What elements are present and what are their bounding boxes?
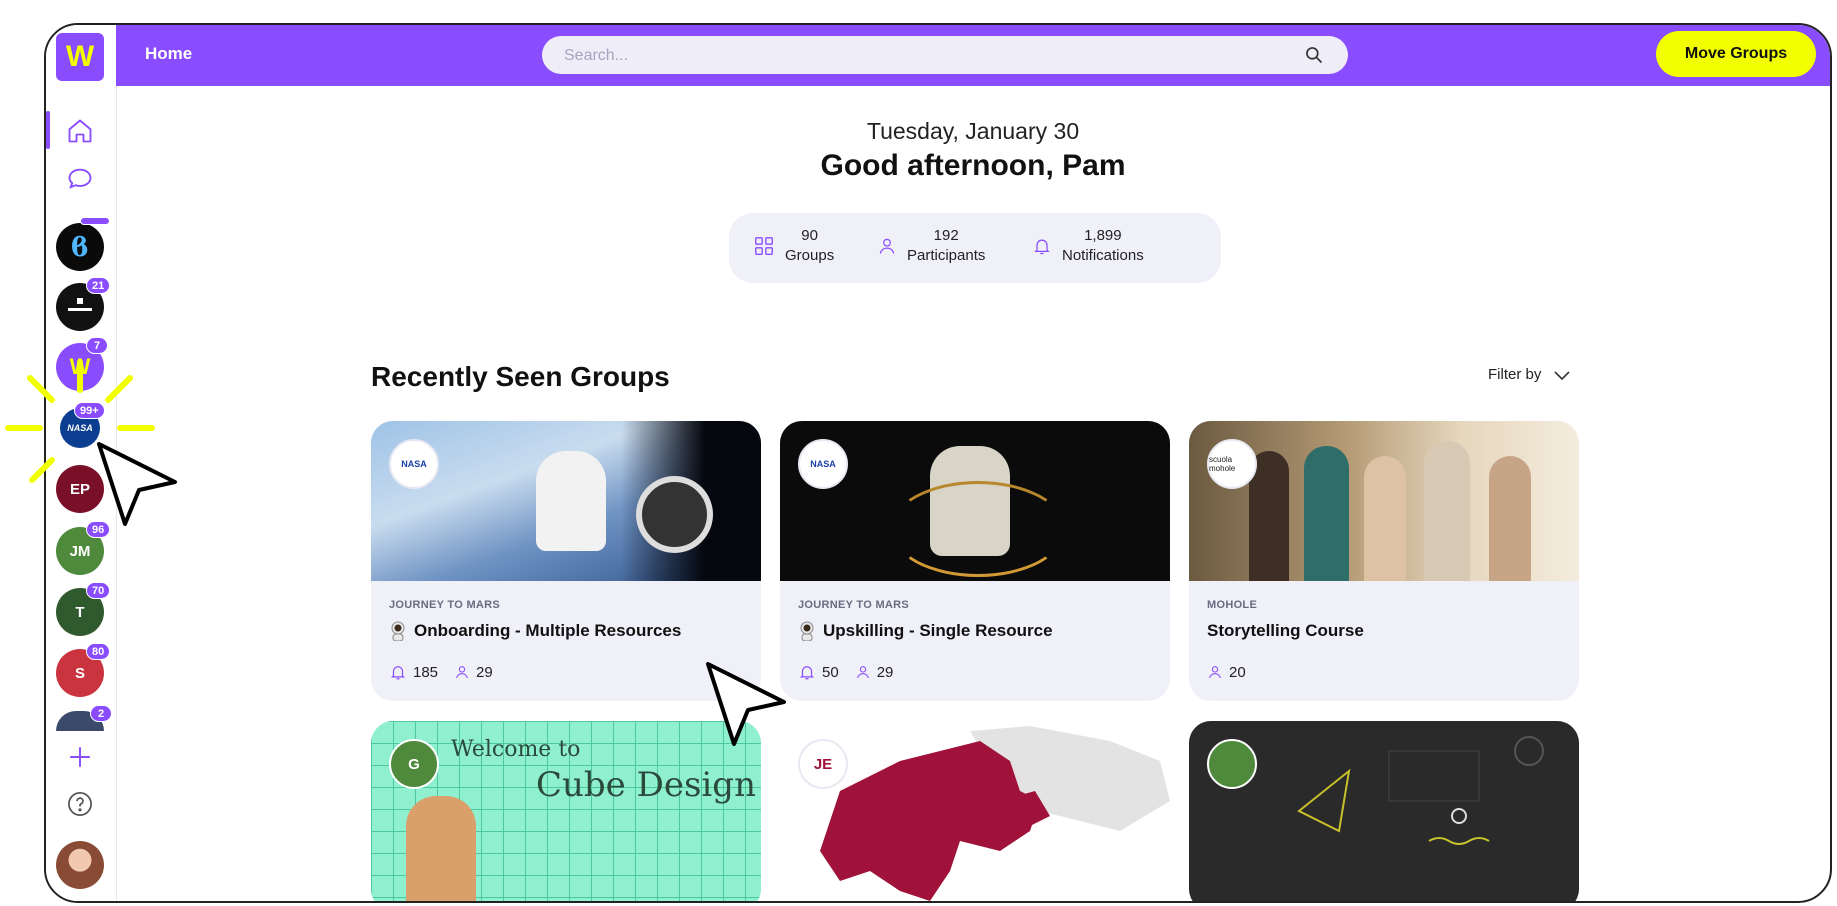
grid-icon — [755, 237, 773, 255]
search-input[interactable] — [562, 36, 1306, 76]
chevron-down-icon — [1554, 370, 1570, 380]
notification-count: 50 — [822, 663, 839, 681]
groups-label: Groups — [785, 247, 835, 264]
active-indicator — [46, 111, 50, 149]
person-icon — [856, 666, 869, 679]
bell-icon — [390, 666, 406, 680]
card-logo: NASA — [389, 439, 439, 489]
search-icon[interactable] — [1304, 45, 1324, 65]
current-date: Tuesday, January 30 — [866, 118, 1080, 144]
group-card[interactable] — [1189, 721, 1579, 901]
group-badge: 21 — [86, 277, 111, 294]
banner-line2: Cube Design — [536, 765, 756, 805]
bell-icon — [1034, 239, 1050, 255]
card-image: Welcome to Cube Design G — [371, 721, 761, 901]
card-image — [1189, 721, 1579, 901]
group-badge: 96 — [86, 521, 111, 538]
group-badge: 70 — [86, 582, 111, 599]
person-icon — [1209, 666, 1221, 679]
group-card[interactable]: NASA JOURNEY TO MARS Upskilling - Single… — [780, 421, 1170, 701]
page-title: Home — [145, 44, 193, 63]
participants-count: 192 — [933, 227, 959, 244]
groups-count: 90 — [801, 227, 818, 244]
svg-text:ϐ: ϐ — [71, 233, 88, 262]
help-icon[interactable] — [64, 788, 96, 820]
user-avatar[interactable] — [56, 841, 104, 889]
card-image: NASA — [780, 421, 1170, 581]
group-badge: 80 — [86, 643, 111, 660]
filter-label: Filter by — [1488, 366, 1542, 383]
notification-count: 185 — [413, 663, 439, 681]
group-badge: 7 — [86, 337, 108, 354]
top-bar: Home Move Groups — [116, 25, 1830, 86]
group-card[interactable]: NASA JOURNEY TO MARS Onboarding - Multip… — [371, 421, 761, 701]
card-category: JOURNEY TO MARS — [389, 599, 501, 611]
card-image: NASA — [371, 421, 761, 581]
card-title: Upskilling - Single Resource — [823, 621, 1053, 640]
group-badge: 99+ — [74, 402, 105, 419]
card-logo: scuola mohole — [1207, 439, 1257, 489]
astronaut-icon — [800, 621, 814, 641]
app-logo[interactable]: W — [56, 33, 104, 81]
card-title: Onboarding - Multiple Resources — [414, 621, 682, 640]
move-groups-button[interactable]: Move Groups — [1656, 31, 1816, 77]
filter-dropdown[interactable]: Filter by — [1488, 366, 1571, 383]
add-group-icon[interactable] — [64, 741, 96, 773]
person-icon — [879, 238, 895, 254]
person-icon — [456, 666, 468, 679]
stat-participants: 192 Participants — [877, 226, 985, 266]
sidebar: W ϐ 21 W 7 NASA 99+ EP JM 96 T 70 S 80 2 — [46, 25, 117, 901]
group-badge: 2 — [90, 705, 112, 722]
chat-icon[interactable] — [64, 163, 96, 195]
card-image: JE — [780, 721, 1170, 901]
card-category: MOHOLE — [1207, 599, 1258, 611]
group-avatar[interactable]: ϐ — [56, 223, 104, 271]
group-avatar-ep[interactable]: EP — [56, 465, 104, 513]
card-logo: G — [389, 739, 439, 789]
greeting: Good afternoon, Pam — [820, 149, 1126, 182]
card-image: scuola mohole — [1189, 421, 1579, 581]
app-window: W ϐ 21 W 7 NASA 99+ EP JM 96 T 70 S 80 2 — [44, 23, 1832, 903]
search-bar[interactable] — [542, 36, 1348, 76]
participants-label: Participants — [907, 247, 986, 264]
notifications-label: Notifications — [1062, 247, 1144, 264]
notifications-count: 1,899 — [1084, 227, 1122, 244]
participant-count: 20 — [1229, 663, 1246, 681]
group-card[interactable]: Welcome to Cube Design G — [371, 721, 761, 901]
card-logo: NASA — [798, 439, 848, 489]
banner-line1: Welcome to — [451, 737, 581, 762]
participant-count: 29 — [476, 663, 493, 681]
card-category: JOURNEY TO MARS — [798, 599, 910, 611]
bell-icon — [799, 666, 815, 680]
section-title: Recently Seen Groups — [371, 361, 670, 392]
card-logo — [1207, 739, 1257, 789]
group-card[interactable]: JE — [780, 721, 1170, 901]
stat-groups: 90 Groups — [753, 226, 834, 266]
card-title: Storytelling Course — [1207, 621, 1364, 640]
stat-notifications: 1,899 Notifications — [1032, 226, 1144, 266]
card-logo: JE — [798, 739, 848, 789]
stats-panel: 90 Groups 192 Participants 1,899 Notificati… — [729, 213, 1221, 283]
group-card[interactable]: scuola mohole MOHOLE Storytelling Course… — [1189, 421, 1579, 701]
astronaut-icon — [391, 621, 405, 641]
participant-count: 29 — [876, 663, 894, 681]
home-icon[interactable] — [64, 115, 96, 147]
group-badge — [80, 217, 110, 225]
